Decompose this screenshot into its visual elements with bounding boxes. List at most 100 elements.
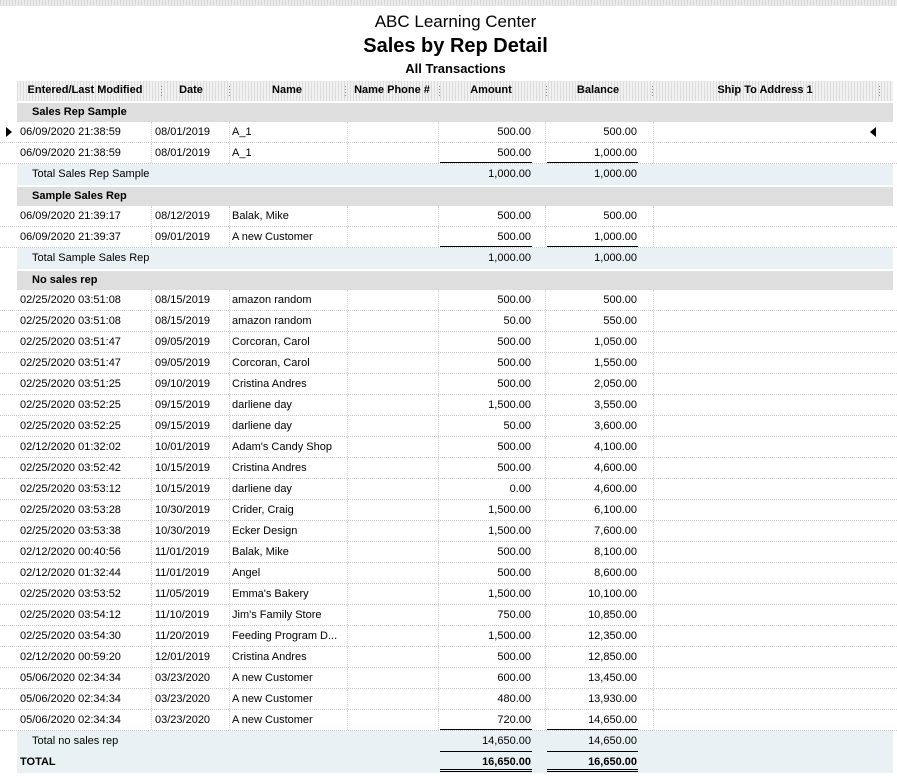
total-label: Total Sample Sales Rep	[32, 252, 150, 264]
name-cell: darliene day	[232, 420, 292, 432]
group-total-row[interactable]: Total no sales rep 14,650.00 14,650.00	[0, 731, 897, 752]
table-row[interactable]: 02/25/2020 03:53:38 10/30/2019 Ecker Desig…	[0, 521, 897, 542]
col-header-amount[interactable]: Amount	[441, 81, 541, 101]
name-cell: Balak, Mike	[232, 210, 289, 222]
table-row[interactable]: 02/12/2020 01:32:02 10/01/2019 Adam's Cand…	[0, 437, 897, 458]
column-divider	[438, 206, 439, 226]
col-header-date[interactable]: Date	[155, 81, 227, 101]
table-row[interactable]: 02/25/2020 03:53:12 10/15/2019 darliene da…	[0, 479, 897, 500]
table-row[interactable]: 05/06/2020 02:34:34 03/23/2020 A new Custo…	[0, 710, 897, 731]
col-header-balance[interactable]: Balance	[548, 81, 648, 101]
table-row[interactable]: 02/25/2020 03:54:12 11/10/2019 Jim's Famil…	[0, 605, 897, 626]
name-cell: amazon random	[232, 315, 312, 327]
entered-cell: 05/06/2020 02:34:34	[20, 672, 121, 684]
entered-cell: 02/25/2020 03:51:25	[20, 378, 121, 390]
col-header-entered[interactable]: Entered/Last Modified	[17, 81, 153, 101]
date-cell: 11/20/2019	[155, 630, 210, 642]
column-divider	[347, 605, 348, 625]
col-header-phone[interactable]: Name Phone #	[347, 81, 437, 101]
report-title: Sales by Rep Detail	[363, 35, 548, 57]
group-header-row[interactable]: Sales Rep Sample	[0, 101, 897, 122]
column-divider	[438, 584, 439, 604]
name-cell: Balak, Mike	[232, 546, 289, 558]
column-divider	[653, 206, 654, 226]
balance-cell: 500.00	[603, 210, 637, 222]
col-header-ship-to[interactable]: Ship To Address 1	[654, 81, 876, 101]
group-total-row[interactable]: Total Sample Sales Rep 1,000.00 1,000.00	[0, 248, 897, 269]
entered-cell: 05/06/2020 02:34:34	[20, 714, 121, 726]
column-divider	[347, 626, 348, 646]
column-resize-handle[interactable]	[879, 86, 880, 96]
column-resize-handle[interactable]	[546, 86, 547, 96]
triangle-right-icon	[6, 127, 12, 137]
date-cell: 09/10/2019	[155, 378, 211, 390]
table-row[interactable]: 05/06/2020 02:34:34 03/23/2020 A new Custo…	[0, 689, 897, 710]
table-row[interactable]: 02/25/2020 03:51:25 09/10/2019 Cristina An…	[0, 374, 897, 395]
balance-cell: 8,100.00	[594, 546, 637, 558]
group-header-row[interactable]: No sales rep	[0, 269, 897, 290]
column-divider	[151, 122, 152, 142]
date-cell: 08/01/2019	[155, 126, 211, 138]
column-divider	[347, 668, 348, 688]
balance-cell: 7,600.00	[594, 525, 637, 537]
group-label: No sales rep	[32, 274, 98, 286]
table-row[interactable]: 02/25/2020 03:52:25 09/15/2019 darliene da…	[0, 395, 897, 416]
amount-cell: 500.00	[497, 147, 531, 159]
balance-cell: 3,600.00	[594, 420, 637, 432]
total-balance: 1,000.00	[594, 252, 637, 264]
amount-cell: 500.00	[497, 441, 531, 453]
column-divider	[229, 353, 230, 373]
table-row[interactable]: 02/25/2020 03:53:52 11/05/2019 Emma's Bake…	[0, 584, 897, 605]
column-divider	[653, 626, 654, 646]
column-resize-handle[interactable]	[345, 86, 346, 96]
table-row[interactable]: 02/25/2020 03:52:42 10/15/2019 Cristina An…	[0, 458, 897, 479]
name-cell: Cristina Andres	[232, 462, 307, 474]
column-divider	[438, 395, 439, 415]
amount-underline	[440, 246, 532, 247]
amount-cell: 1,500.00	[488, 504, 531, 516]
group-header-row[interactable]: Sample Sales Rep	[0, 185, 897, 206]
group-total-row[interactable]: Total Sales Rep Sample 1,000.00 1,000.00	[0, 164, 897, 185]
table-row[interactable]: 02/25/2020 03:51:08 08/15/2019 amazon rand…	[0, 290, 897, 311]
column-divider	[438, 563, 439, 583]
table-row[interactable]: 02/25/2020 03:53:28 10/30/2019 Crider, Cra…	[0, 500, 897, 521]
grand-total-row[interactable]: TOTAL 16,650.00 16,650.00	[0, 752, 897, 773]
column-divider	[229, 542, 230, 562]
table-row[interactable]: 06/09/2020 21:38:59 08/01/2019 A_1 500.00 1,…	[0, 143, 897, 164]
table-row[interactable]: 06/09/2020 21:39:37 09/01/2019 A new Custo…	[0, 227, 897, 248]
table-row[interactable]: 05/06/2020 02:34:34 03/23/2020 A new Custo…	[0, 668, 897, 689]
col-header-name[interactable]: Name	[231, 81, 343, 101]
column-divider	[229, 332, 230, 352]
table-row[interactable]: 06/09/2020 21:38:59 08/01/2019 A_1 500.00 50…	[0, 122, 897, 143]
table-row[interactable]: 02/12/2020 00:59:20 12/01/2019 Cristina An…	[0, 647, 897, 668]
date-cell: 11/01/2019	[155, 546, 210, 558]
column-divider	[653, 374, 654, 394]
table-row[interactable]: 02/25/2020 03:51:08 08/15/2019 amazon rand…	[0, 311, 897, 332]
table-row[interactable]: 02/25/2020 03:51:47 09/05/2019 Corcoran, C…	[0, 353, 897, 374]
column-divider	[438, 353, 439, 373]
total-label: Total Sales Rep Sample	[32, 168, 150, 180]
total-amount: 14,650.00	[482, 735, 531, 747]
table-row[interactable]: 02/25/2020 03:54:30 11/20/2019 Feeding Pro…	[0, 626, 897, 647]
table-row[interactable]: 02/12/2020 01:32:44 11/01/2019 Angel 500.00…	[0, 563, 897, 584]
table-row[interactable]: 02/12/2020 00:40:56 11/01/2019 Balak, Mike…	[0, 542, 897, 563]
balance-underline	[547, 162, 638, 163]
column-resize-handle[interactable]	[229, 86, 230, 96]
balance-cell: 1,550.00	[594, 357, 637, 369]
balance-cell: 6,100.00	[594, 504, 637, 516]
balance-cell: 2,050.00	[594, 378, 637, 390]
table-row[interactable]: 06/09/2020 21:39:17 08/12/2019 Balak, Mike…	[0, 206, 897, 227]
table-row[interactable]: 02/25/2020 03:52:25 09/15/2019 darliene da…	[0, 416, 897, 437]
column-divider	[151, 542, 152, 562]
column-resize-handle[interactable]	[439, 86, 440, 96]
column-divider	[151, 458, 152, 478]
column-divider	[229, 647, 230, 667]
column-divider	[653, 290, 654, 310]
column-divider	[653, 143, 654, 163]
column-divider	[347, 311, 348, 331]
amount-cell: 480.00	[497, 693, 531, 705]
table-row[interactable]: 02/25/2020 03:51:47 09/05/2019 Corcoran, C…	[0, 332, 897, 353]
column-resize-handle[interactable]	[652, 86, 653, 96]
amount-cell: 500.00	[497, 546, 531, 558]
column-divider	[347, 710, 348, 730]
